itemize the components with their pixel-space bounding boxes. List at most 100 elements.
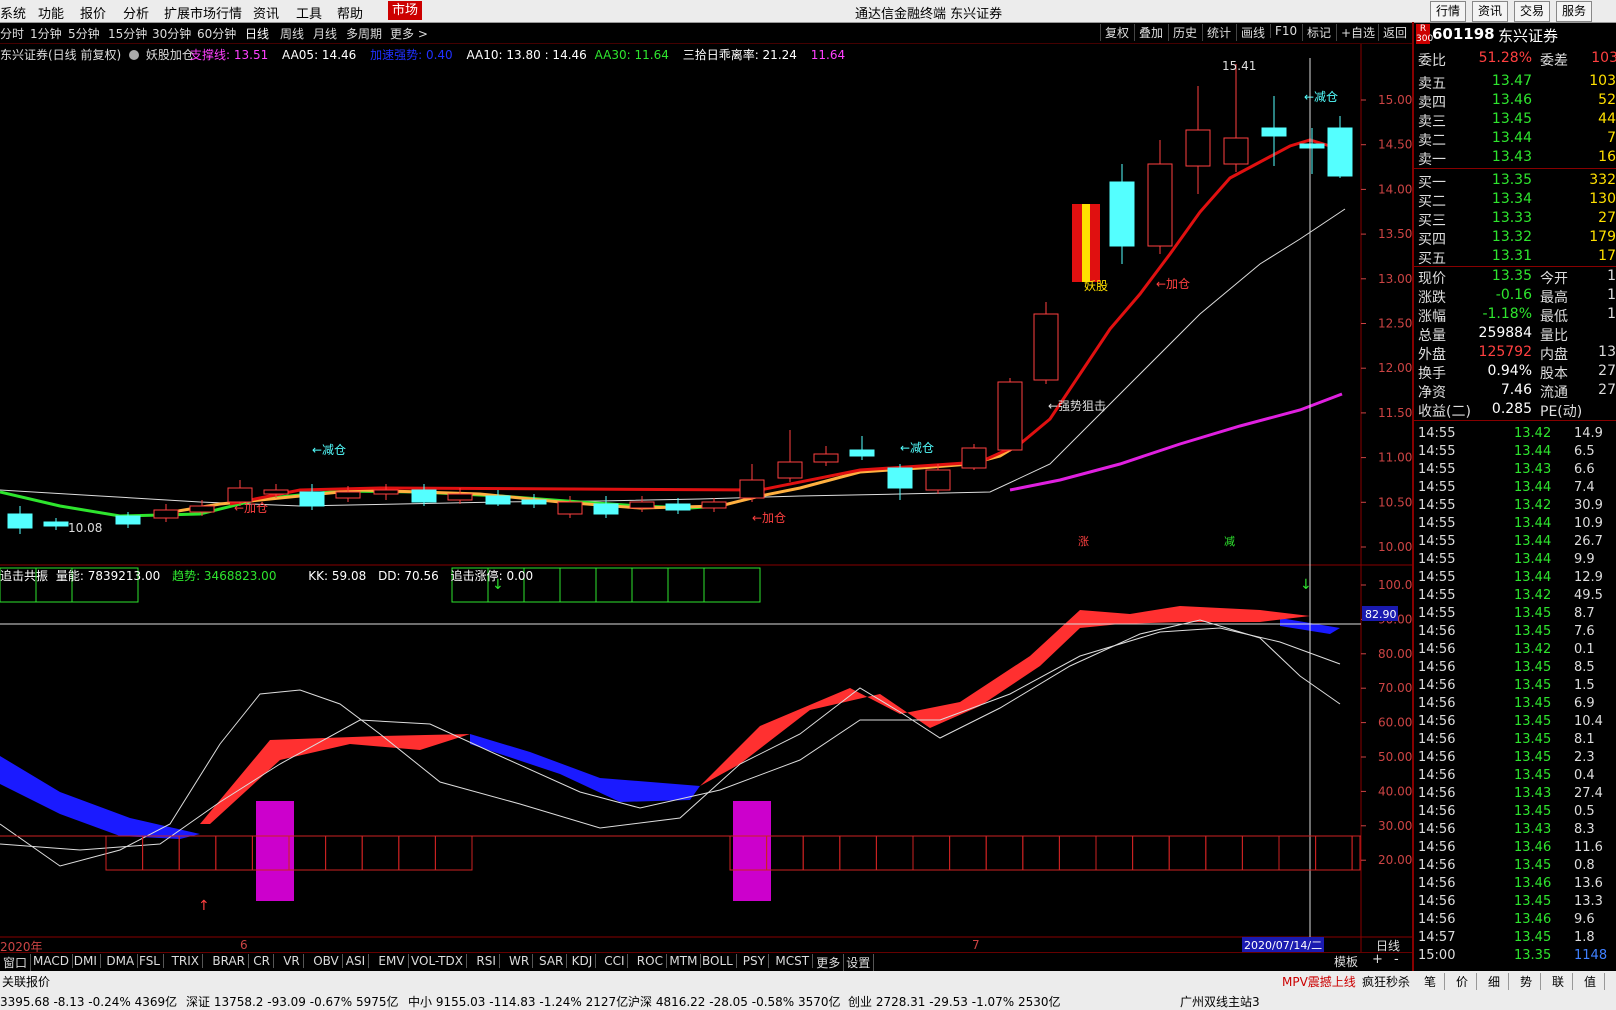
period-5min[interactable]: 5分钟 xyxy=(68,25,100,42)
sell-level-2[interactable]: 卖二 13.44 7 xyxy=(1414,130,1616,149)
menu-function[interactable]: 功能 xyxy=(38,3,64,22)
tick-row: 14:55 13.44 10.9 xyxy=(1418,516,1603,531)
indicator-tab-trix[interactable]: TRIX xyxy=(169,954,204,968)
menu-help[interactable]: 帮助 xyxy=(337,3,363,22)
promo-2[interactable]: 疯狂秒杀 xyxy=(1362,973,1410,990)
indicator-tab-emv[interactable]: EMV xyxy=(375,954,409,968)
stat-row: 涨跌 -0.16 最高 1 xyxy=(1418,287,1616,306)
buy-level-4[interactable]: 买四 13.32 179 xyxy=(1414,229,1616,248)
buy-level-1[interactable]: 买一 13.35 332 xyxy=(1414,172,1616,191)
quote-tab-1[interactable]: 价 xyxy=(1448,973,1477,990)
index-sh[interactable]: 3395.68 -8.13 -0.24% 4369亿 xyxy=(0,993,177,1010)
indicator-tab-设置[interactable]: 设置 xyxy=(843,954,875,971)
menu-quote[interactable]: 报价 xyxy=(80,3,106,22)
related-quote[interactable]: 关联报价 xyxy=(2,973,50,990)
quote-tab-2[interactable]: 细 xyxy=(1480,973,1509,990)
period-30min[interactable]: 30分钟 xyxy=(152,25,191,42)
period-1min[interactable]: 1分钟 xyxy=(30,25,62,42)
indicator-tab-dmi[interactable]: DMI xyxy=(71,954,101,968)
tick-row: 14:56 13.43 8.3 xyxy=(1418,822,1595,837)
btn-trade[interactable]: 交易 xyxy=(1514,1,1551,22)
buy-level-3[interactable]: 买三 13.33 27 xyxy=(1414,210,1616,229)
quote-tab-3[interactable]: 势 xyxy=(1512,973,1541,990)
minus-icon[interactable]: - xyxy=(1394,952,1399,967)
tick-row: 14:56 13.46 9.6 xyxy=(1418,912,1595,927)
indicator-tab-mtm[interactable]: MTM xyxy=(666,954,702,968)
indicator-tab-brar[interactable]: BRAR xyxy=(209,954,250,968)
btn-news[interactable]: 资讯 xyxy=(1472,1,1509,22)
sell-level-3[interactable]: 卖三 13.45 44 xyxy=(1414,111,1616,130)
buy-level-5[interactable]: 买五 13.31 17 xyxy=(1414,248,1616,267)
indicator-tab-dma[interactable]: DMA xyxy=(103,954,139,968)
indicator-tab-窗口[interactable]: 窗口 xyxy=(0,954,32,971)
period-15min[interactable]: 15分钟 xyxy=(108,25,147,42)
indicator-tab-cr[interactable]: CR xyxy=(250,954,274,968)
menu-market[interactable]: 市场 xyxy=(388,1,423,20)
sell-level-1[interactable]: 卖一 13.43 16 xyxy=(1414,149,1616,168)
tool-add-watch[interactable]: +自选 xyxy=(1336,24,1379,41)
index-gem[interactable]: 创业 2728.31 -29.53 -1.07% 2530亿 xyxy=(848,993,1061,1010)
plus-icon[interactable]: + xyxy=(1372,952,1383,967)
indicator-tab-boll[interactable]: BOLL xyxy=(699,954,737,968)
tick-row: 14:56 13.46 11.6 xyxy=(1418,840,1603,855)
index-sme[interactable]: 中小 9155.03 -114.83 -1.24% 2127亿 xyxy=(408,993,628,1010)
sub-legend-kk: KK: 59.08 xyxy=(308,569,367,583)
candle-body xyxy=(485,495,511,505)
sell-level-4[interactable]: 卖四 13.46 52 xyxy=(1414,92,1616,111)
indicator-tab-更多[interactable]: 更多 xyxy=(813,954,845,971)
indicator-tab-wr[interactable]: WR xyxy=(506,954,534,968)
indicator-tab-roc[interactable]: ROC xyxy=(634,954,667,968)
tool-mark[interactable]: 标记 xyxy=(1302,24,1335,41)
period-fenshi[interactable]: 分时 xyxy=(0,25,24,42)
period-60min[interactable]: 60分钟 xyxy=(197,25,236,42)
menu-analysis[interactable]: 分析 xyxy=(123,3,149,22)
tool-f10[interactable]: F10 xyxy=(1270,24,1301,38)
tick-row: 14:55 13.44 7.4 xyxy=(1418,480,1595,495)
candle-body xyxy=(227,487,253,503)
menu-news[interactable]: 资讯 xyxy=(253,3,279,22)
indicator-tab-mcst[interactable]: MCST xyxy=(772,954,814,968)
tool-fuquan[interactable]: 复权 xyxy=(1100,24,1133,41)
buy-level-2[interactable]: 买二 13.34 130 xyxy=(1414,191,1616,210)
btn-service[interactable]: 服务 xyxy=(1556,1,1593,22)
index-sz[interactable]: 深证 13758.2 -93.09 -0.67% 5975亿 xyxy=(186,993,399,1010)
quote-tab-0[interactable]: 笔 xyxy=(1416,973,1445,990)
indicator-tab-kdj[interactable]: KDJ xyxy=(569,954,597,968)
template-button[interactable]: 模板 xyxy=(1334,953,1358,970)
tool-overlay[interactable]: 叠加 xyxy=(1134,24,1167,41)
candle-body xyxy=(521,499,547,505)
indicator-tab-obv[interactable]: OBV xyxy=(310,954,343,968)
indicator-tab-macd[interactable]: MACD xyxy=(30,954,73,968)
sell-level-5[interactable]: 卖五 13.47 103 xyxy=(1414,73,1616,92)
menu-system[interactable]: 系统 xyxy=(0,3,26,22)
tool-history[interactable]: 历史 xyxy=(1168,24,1201,41)
period-multi[interactable]: 多周期 xyxy=(346,25,382,42)
sub-tick-label: 20.00 xyxy=(1378,853,1412,867)
period-more[interactable]: 更多 > xyxy=(390,25,428,42)
quote-tab-5[interactable]: 值 xyxy=(1576,973,1605,990)
indicator-tab-cci[interactable]: CCI xyxy=(601,954,629,968)
tool-back[interactable]: 返回 xyxy=(1378,24,1411,41)
promo-1[interactable]: MPV震撼上线 xyxy=(1282,973,1356,990)
index-hs300[interactable]: 沪深 4816.22 -28.05 -0.58% 3570亿 xyxy=(628,993,841,1010)
kline-chart[interactable]: 15.00 14.50 14.00 13.50 13.00 12.50 12.00 11.50… xyxy=(0,44,1412,952)
candle-body xyxy=(813,453,839,463)
menu-extended-market[interactable]: 扩展市场行情 xyxy=(164,3,242,22)
menu-tools[interactable]: 工具 xyxy=(296,3,322,22)
time-label-july: 7 xyxy=(972,938,980,952)
candle-body xyxy=(1109,181,1135,247)
period-daily[interactable]: 日线 xyxy=(245,25,269,42)
indicator-tab-sar[interactable]: SAR xyxy=(536,954,568,968)
period-weekly[interactable]: 周线 xyxy=(280,25,304,42)
indicator-tab-vol-tdx[interactable]: VOL-TDX xyxy=(408,954,467,968)
indicator-tab-vr[interactable]: VR xyxy=(280,954,304,968)
btn-quote[interactable]: 行情 xyxy=(1430,1,1467,22)
period-monthly[interactable]: 月线 xyxy=(313,25,337,42)
indicator-tab-psy[interactable]: PSY xyxy=(740,954,769,968)
tool-stats[interactable]: 统计 xyxy=(1202,24,1235,41)
indicator-tab-asi[interactable]: ASI xyxy=(343,954,370,968)
tool-draw[interactable]: 画线 xyxy=(1236,24,1269,41)
quote-tab-4[interactable]: 联 xyxy=(1544,973,1573,990)
indicator-tab-fsl[interactable]: FSL xyxy=(136,954,164,968)
indicator-tab-rsi[interactable]: RSI xyxy=(473,954,500,968)
